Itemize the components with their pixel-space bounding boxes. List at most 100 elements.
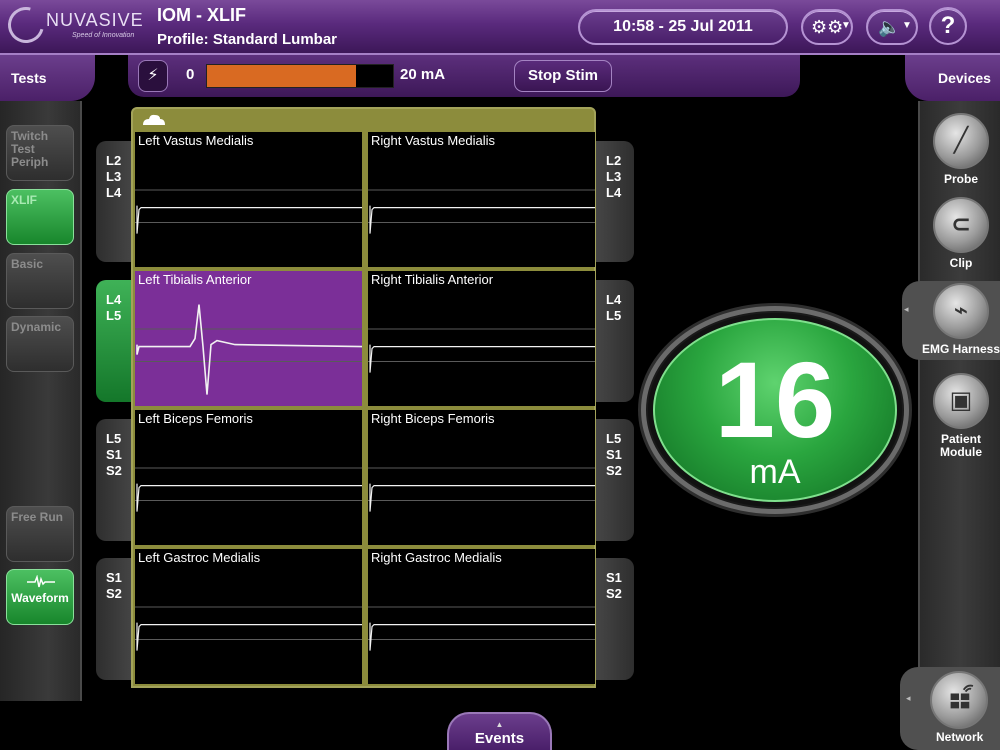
level-label: L4 xyxy=(106,292,122,307)
level-label: L5 xyxy=(606,431,622,446)
level-label: L4 xyxy=(106,185,122,200)
level-label: L4 xyxy=(606,292,622,307)
emg-channel-right-tibialis-anterior[interactable]: Right Tibialis Anterior xyxy=(368,271,595,406)
emg-trace-plot xyxy=(135,189,362,234)
emg-trace xyxy=(136,622,362,651)
readout-value: 16 xyxy=(714,339,836,460)
patient-module-icon: ▣ xyxy=(933,373,989,429)
help-button[interactable]: ? xyxy=(929,7,967,45)
level-label: S1 xyxy=(606,447,622,462)
test-twitch-test-periph[interactable]: Twitch Test Periph xyxy=(6,125,74,181)
device-emg-harness[interactable]: ◂ ⌁ EMG Harness xyxy=(902,281,1000,360)
level-label: L5 xyxy=(106,308,122,323)
emg-channel-left-tibialis-anterior[interactable]: Left Tibialis Anterior xyxy=(135,271,362,406)
level-pill-right-row3: L5 S1 S2 xyxy=(596,419,634,541)
stim-level-fill xyxy=(207,65,356,87)
chevron-left-icon: ◂ xyxy=(906,693,911,703)
level-label: L2 xyxy=(106,153,122,168)
device-label: Clip xyxy=(949,256,973,270)
device-label: Network xyxy=(936,730,984,744)
emg-channel-left-gastroc-medialis[interactable]: Left Gastroc Medialis xyxy=(135,549,362,684)
stim-min-label: 0 xyxy=(186,66,195,83)
emg-channel-left-vastus-medialis[interactable]: Left Vastus Medialis xyxy=(135,132,362,267)
test-xlif[interactable]: XLIF xyxy=(6,189,74,245)
channel-label: Right Gastroc Medialis xyxy=(371,550,502,565)
emg-trace-plot xyxy=(368,328,595,373)
stimulation-button[interactable]: ⚡ xyxy=(138,60,168,92)
device-label: Probe xyxy=(943,172,978,186)
emg-channel-left-biceps-femoris[interactable]: Left Biceps Femoris xyxy=(135,410,362,545)
readout-unit: mA xyxy=(749,453,801,491)
page-title: IOM - XLIF xyxy=(157,5,246,25)
readout-status-disc: 16 mA xyxy=(653,318,897,502)
level-label: S1 xyxy=(106,447,122,462)
test-waveform-label: Waveform xyxy=(11,591,69,605)
stimulation-bar: ⚡ 0 20 mA Stop Stim xyxy=(128,55,800,97)
settings-button[interactable]: ⚙⚙ ▼ xyxy=(801,9,853,45)
emg-channel-right-gastroc-medialis[interactable]: Right Gastroc Medialis xyxy=(368,549,595,684)
datetime-display[interactable]: 10:58 - 25 Jul 2011 xyxy=(578,9,788,45)
emg-trace-plot xyxy=(135,304,362,395)
devices-tab[interactable]: Devices xyxy=(905,55,1000,101)
stim-threshold-readout: 16 mA xyxy=(641,306,909,514)
level-pill-right-row4: S1 S2 xyxy=(596,558,634,680)
nuvasive-logo: NUVASIVE Speed of Innovation xyxy=(1,0,146,50)
level-label: S2 xyxy=(106,586,122,601)
test-waveform[interactable]: Waveform xyxy=(6,569,74,625)
stop-stim-button[interactable]: Stop Stim xyxy=(514,60,612,92)
device-network[interactable]: ◂ Network xyxy=(900,667,1000,750)
emg-trace-plot xyxy=(135,606,362,651)
level-label: L5 xyxy=(606,308,622,323)
tests-sidebar: Twitch Test Periph XLIF Basic Dynamic Fr… xyxy=(0,101,82,701)
device-probe[interactable]: ╱ Probe xyxy=(920,113,1000,186)
level-label: S1 xyxy=(106,570,122,585)
cloud-icon[interactable] xyxy=(141,113,167,126)
level-pill-left-row4: S1 S2 xyxy=(96,558,134,680)
header-bar: NUVASIVE Speed of Innovation IOM - XLIF … xyxy=(0,0,1000,55)
emg-trace-plot xyxy=(135,467,362,512)
tests-tab[interactable]: Tests xyxy=(0,55,95,101)
waveform-icon xyxy=(27,575,55,588)
chevron-left-icon: ◂ xyxy=(904,304,909,314)
clip-icon: ⊂ xyxy=(933,197,989,253)
chevron-down-icon: ▼ xyxy=(841,20,851,31)
emg-trace xyxy=(136,483,362,512)
test-basic[interactable]: Basic xyxy=(6,253,74,309)
device-label: EMG Harness xyxy=(921,342,1000,356)
emg-trace-plot xyxy=(368,467,595,512)
channel-label: Left Vastus Medialis xyxy=(138,133,254,148)
level-pill-left-row1: L2 L3 L4 xyxy=(96,141,134,262)
level-label: L5 xyxy=(106,431,122,446)
emg-channel-right-biceps-femoris[interactable]: Right Biceps Femoris xyxy=(368,410,595,545)
emg-trace-plot xyxy=(368,606,595,651)
emg-trace xyxy=(369,483,595,512)
device-patient-module[interactable]: ▣ Patient Module xyxy=(920,373,1000,459)
emg-trace xyxy=(369,622,595,651)
channel-label: Left Gastroc Medialis xyxy=(138,550,261,565)
channel-label: Right Vastus Medialis xyxy=(371,133,496,148)
panel-header xyxy=(133,109,594,131)
stim-max-label: 20 mA xyxy=(400,66,446,83)
lightning-icon: ⚡ xyxy=(147,67,159,84)
level-pill-right-row2: L4 L5 xyxy=(596,280,634,402)
logo-swirl-icon xyxy=(1,0,51,50)
channel-label: Left Tibialis Anterior xyxy=(138,272,252,287)
device-label: Patient Module xyxy=(940,432,982,459)
events-label: Events xyxy=(474,730,525,747)
test-free-run[interactable]: Free Run xyxy=(6,506,74,562)
level-label: L3 xyxy=(106,169,122,184)
speaker-icon: 🔈 xyxy=(878,17,901,37)
level-label: S2 xyxy=(606,586,622,601)
events-tab[interactable]: ▲ Events xyxy=(447,712,552,750)
profile-label: Profile: Standard Lumbar xyxy=(157,31,338,48)
emg-harness-icon: ⌁ xyxy=(933,283,989,339)
device-clip[interactable]: ⊂ Clip xyxy=(920,197,1000,270)
chevron-down-icon: ▼ xyxy=(902,20,912,31)
volume-button[interactable]: 🔈 ▼ xyxy=(866,9,918,45)
level-pill-right-row1: L2 L3 L4 xyxy=(596,141,634,262)
emg-channel-right-vastus-medialis[interactable]: Right Vastus Medialis xyxy=(368,132,595,267)
test-dynamic[interactable]: Dynamic xyxy=(6,316,74,372)
stim-level-bar xyxy=(206,64,394,88)
level-pill-left-row3: L5 S1 S2 xyxy=(96,419,134,541)
channel-label: Right Tibialis Anterior xyxy=(371,272,494,287)
